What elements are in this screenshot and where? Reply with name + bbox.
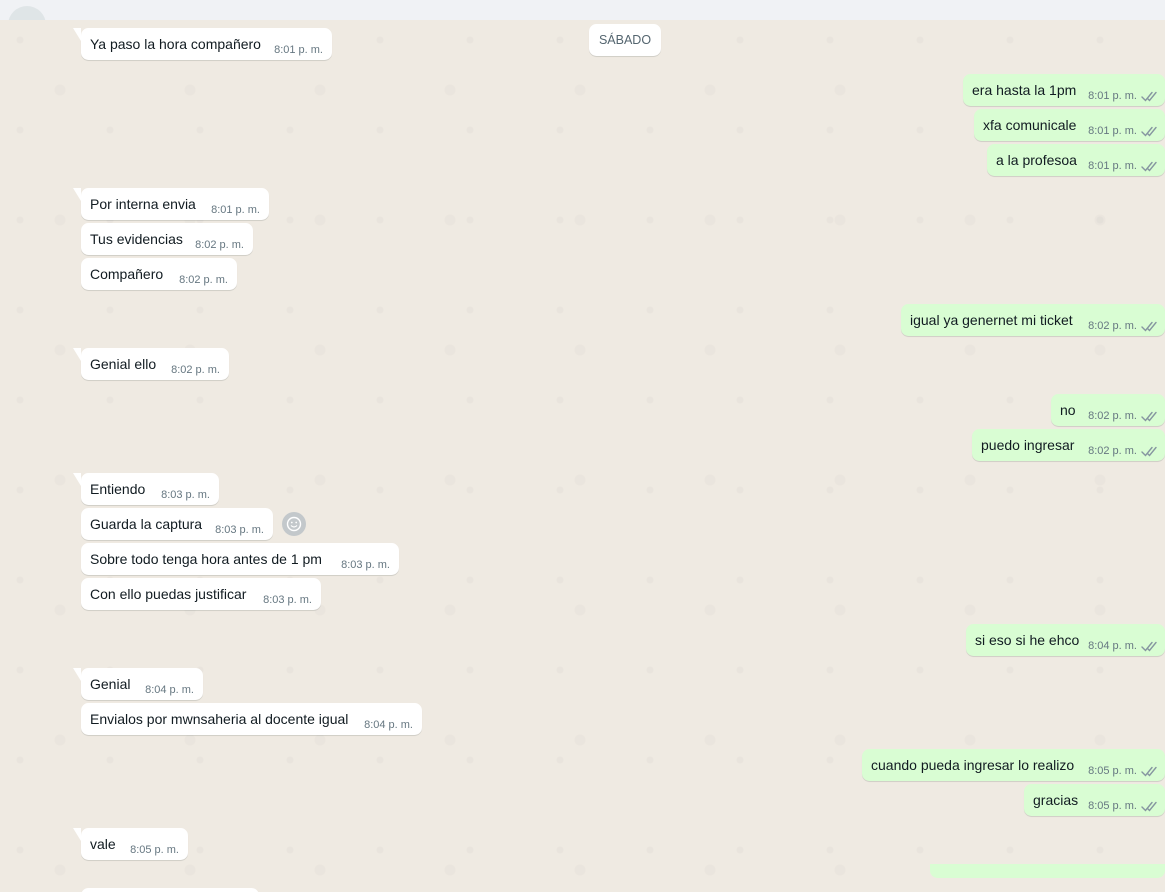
double-check-icon — [1141, 321, 1157, 332]
message-incoming[interactable]: vale 8:05 p. m. — [73, 828, 188, 860]
message-incoming-partial[interactable] — [81, 888, 259, 892]
message-incoming[interactable]: Guarda la captura 8:03 p. m. — [81, 508, 273, 540]
message-text: gracias — [1033, 792, 1079, 808]
double-check-icon — [1141, 766, 1157, 777]
message-text: puedo ingresar — [981, 437, 1075, 453]
message-time: 8:01 p. m. — [211, 204, 260, 216]
message-text: a la profesoa — [996, 152, 1077, 168]
message-incoming[interactable]: Entiendo 8:03 p. m. — [73, 473, 219, 505]
reaction-button[interactable] — [282, 512, 306, 536]
message-incoming[interactable]: Compañero 8:02 p. m. — [81, 258, 237, 290]
message-time: 8:02 p. m. — [1088, 320, 1137, 332]
chat-header — [0, 0, 1165, 44]
message-time: 8:04 p. m. — [364, 719, 413, 731]
message-text: Por interna envia — [90, 196, 196, 212]
message-outgoing[interactable]: no 8:02 p. m. — [1051, 394, 1165, 426]
message-time: 8:03 p. m. — [161, 489, 210, 501]
message-incoming[interactable]: Con ello puedas justificar 8:03 p. m. — [81, 578, 321, 610]
message-time: 8:04 p. m. — [145, 684, 194, 696]
message-incoming[interactable]: Ya paso la hora compañero 8:01 p. m. — [73, 28, 332, 60]
message-outgoing[interactable]: igual ya genernet mi ticket 8:02 p. m. — [901, 304, 1165, 336]
double-check-icon — [1141, 446, 1157, 457]
message-text: Con ello puedas justificar — [90, 586, 247, 602]
message-incoming[interactable]: Tus evidencias 8:02 p. m. — [81, 223, 253, 255]
message-text: si eso si he ehco — [975, 632, 1080, 648]
message-outgoing[interactable]: si eso si he ehco 8:04 p. m. — [966, 624, 1165, 656]
message-time: 8:02 p. m. — [1088, 445, 1137, 457]
double-check-icon — [1141, 641, 1157, 652]
message-outgoing[interactable]: gracias 8:05 p. m. — [1024, 784, 1165, 816]
message-text: era hasta la 1pm — [972, 82, 1077, 98]
message-time: 8:04 p. m. — [1088, 640, 1137, 652]
message-text: vale — [90, 836, 116, 852]
message-text: Guarda la captura — [90, 516, 203, 532]
message-time: 8:02 p. m. — [179, 274, 228, 286]
double-check-icon — [1141, 126, 1157, 137]
message-time: 8:05 p. m. — [1088, 765, 1137, 777]
message-incoming[interactable]: Genial ello 8:02 p. m. — [73, 348, 229, 380]
double-check-icon — [1141, 411, 1157, 422]
message-outgoing-partial[interactable] — [930, 864, 1165, 878]
message-text: Tus evidencias — [90, 231, 183, 247]
message-text: no — [1060, 402, 1076, 418]
double-check-icon — [1141, 161, 1157, 172]
message-outgoing[interactable]: cuando pueda ingresar lo realizo 8:05 p.… — [862, 749, 1165, 781]
double-check-icon — [1141, 801, 1157, 812]
message-text: Genial — [90, 676, 131, 692]
message-time: 8:02 p. m. — [195, 239, 244, 251]
emoji-reaction-icon — [286, 516, 302, 532]
message-time: 8:03 p. m. — [341, 559, 390, 571]
message-outgoing[interactable]: a la profesoa 8:01 p. m. — [987, 144, 1165, 176]
message-outgoing[interactable]: puedo ingresar 8:02 p. m. — [972, 429, 1165, 461]
message-time: 8:03 p. m. — [215, 524, 264, 536]
message-incoming[interactable]: Envialos por mwnsaheria al docente igual… — [81, 703, 422, 735]
message-incoming[interactable]: Genial 8:04 p. m. — [73, 668, 203, 700]
message-outgoing[interactable]: xfa comunicale 8:01 p. m. — [974, 109, 1165, 141]
message-text: Entiendo — [90, 481, 146, 497]
message-time: 8:02 p. m. — [171, 364, 220, 376]
message-time: 8:01 p. m. — [274, 44, 323, 56]
message-time: 8:02 p. m. — [1088, 410, 1137, 422]
message-time: 8:01 p. m. — [1088, 160, 1137, 172]
message-time: 8:01 p. m. — [1088, 90, 1137, 102]
date-separator: SÁBADO — [589, 24, 661, 56]
message-text: cuando pueda ingresar lo realizo — [871, 757, 1075, 773]
message-text: xfa comunicale — [983, 117, 1077, 133]
message-text: Genial ello — [90, 356, 157, 372]
message-incoming[interactable]: Sobre todo tenga hora antes de 1 pm 8:03… — [81, 543, 399, 575]
message-time: 8:01 p. m. — [1088, 125, 1137, 137]
message-list[interactable]: SÁBADO Ya paso la hora compañero 8:01 p.… — [0, 20, 1165, 892]
message-time: 8:05 p. m. — [130, 844, 179, 856]
message-time: 8:05 p. m. — [1088, 800, 1137, 812]
message-text: Sobre todo tenga hora antes de 1 pm — [90, 551, 322, 567]
message-text: Ya paso la hora compañero — [90, 36, 261, 52]
message-text: Compañero — [90, 266, 164, 282]
message-text: Envialos por mwnsaheria al docente igual — [90, 711, 349, 727]
message-incoming[interactable]: Por interna envia 8:01 p. m. — [73, 188, 269, 220]
message-text: igual ya genernet mi ticket — [910, 312, 1073, 328]
message-time: 8:03 p. m. — [263, 594, 312, 606]
double-check-icon — [1141, 91, 1157, 102]
message-outgoing[interactable]: era hasta la 1pm 8:01 p. m. — [963, 74, 1165, 106]
